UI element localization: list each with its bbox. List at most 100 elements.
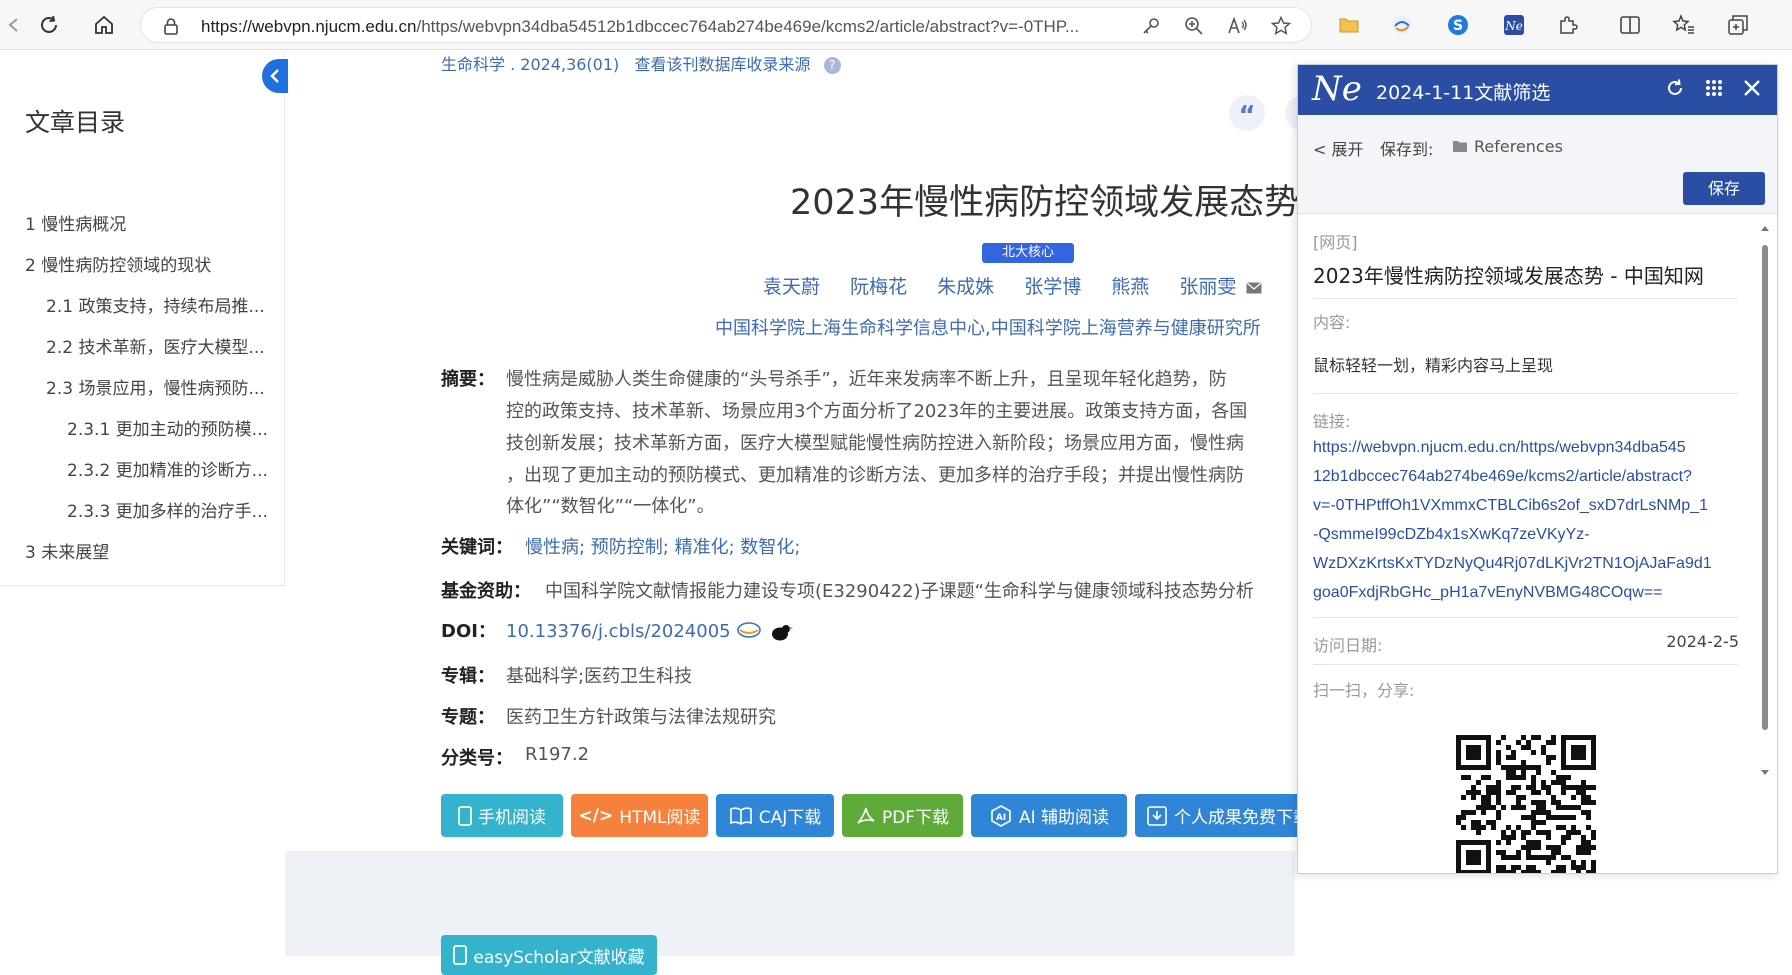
content-label: 内容: [1313,313,1351,332]
split-screen-icon[interactable] [1618,13,1642,37]
link-line[interactable]: WzDXzKrtsKxTYDzNyQu4Rj07dLKjVr2TN1OjAJaF… [1313,555,1712,573]
key-icon[interactable] [1141,16,1161,36]
mobile-read-button[interactable]: 手机阅读 [441,794,563,837]
journal-line: 生命科学 . 2024,36(01) 查看该刊数据库收录来源 ? [441,51,841,75]
captured-title[interactable]: 2023年慢性病防控领域发展态势 - 中国知网 [1313,260,1704,289]
fund-text[interactable]: 中国科学院文献情报能力建设专项(E3290422)子课题“生命科学与健康领域科技… [545,577,1254,603]
translate-extension-icon[interactable] [1390,13,1414,37]
lock-icon[interactable] [163,17,179,39]
button-label: HTML阅读 [619,808,701,828]
topic-label: 专题： [441,707,495,728]
link-line[interactable]: goa0FxdjRbGHc_pH1a7vEnyNVBMG48COqw== [1313,584,1663,602]
affiliation[interactable]: 中国科学院上海生命科学信息中心,中国科学院上海营养与健康研究所 [715,314,1261,340]
favorite-star-icon[interactable] [1270,15,1292,36]
close-icon[interactable] [1740,78,1764,102]
cite-quote-icon[interactable]: “ [1229,95,1265,131]
scroll-down-icon[interactable] [1759,768,1771,778]
toc-item[interactable]: 3 未来展望 [25,538,109,563]
url-text[interactable]: https://webvpn.njucm.edu.cn/https/webvpn… [201,17,1201,37]
link-line[interactable]: 12b1dbccec764ab274be469e/kcms2/article/a… [1313,468,1692,486]
folder-extension-icon[interactable] [1337,13,1361,37]
home-icon[interactable] [90,11,118,39]
code-icon: </> [578,805,614,826]
button-label: 个人成果免费下载 [1174,808,1310,828]
toc-item[interactable]: 2 慢性病防控领域的现状 [25,251,211,276]
svg-text:S: S [1453,18,1463,34]
favorites-icon[interactable] [1672,13,1696,37]
visit-date-label: 访问日期: [1313,636,1383,655]
zoom-icon[interactable] [1184,16,1204,36]
refresh-icon[interactable] [1663,78,1687,102]
panel-header: Ne 2024-1-11文献筛选 [1298,65,1777,115]
svg-text:AI: AI [996,813,1006,823]
link-line[interactable]: https://webvpn.njucm.edu.cn/https/webvpn… [1313,439,1686,457]
doi-label: DOI： [441,621,496,642]
toc-item[interactable]: 2.3.3 更加多样的治疗手... [67,497,268,522]
pdf-download-button[interactable]: PDF下载 [842,794,963,837]
noteexpress-extension-icon[interactable]: Ne [1502,13,1526,37]
divider [1313,617,1738,618]
link-label: 链接: [1313,412,1351,431]
doi-link[interactable]: 10.13376/j.cbls/2024005 [506,621,731,642]
help-icon[interactable]: ? [823,57,841,74]
html-read-button[interactable]: </> HTML阅读 [571,794,708,837]
series-value: 基础科学;医药卫生科技 [506,666,693,687]
ne-logo: Ne [1312,69,1362,109]
browser-toolbar: https://webvpn.njucm.edu.cn/https/webvpn… [0,0,1792,50]
refresh-icon[interactable] [35,11,63,39]
s-extension-icon[interactable]: S [1446,13,1470,37]
ai-read-button[interactable]: AI AI 辅助阅读 [971,794,1127,837]
author-link[interactable]: 袁天蔚 [763,276,820,298]
journal-name[interactable]: 生命科学 . 2024,36(01) [441,55,619,74]
free-download-button[interactable]: 个人成果免费下载 [1135,794,1321,837]
ai-icon: AI [991,804,1011,827]
scroll-up-icon[interactable] [1759,223,1771,233]
journal-index-link[interactable]: 查看该刊数据库收录来源 [635,55,811,74]
button-label: CAJ下载 [758,808,822,828]
url-path: /https/webvpn34dba54512b1dbccec764ab274b… [416,17,1080,36]
author-link[interactable]: 阮梅花 [850,276,907,298]
scihub-icon[interactable] [736,621,762,643]
raven-icon[interactable] [768,621,794,643]
panel-body: [网页] 2023年慢性病防控领域发展态势 - 中国知网 内容: 鼠标轻轻一划，… [1298,215,1777,873]
link-line[interactable]: v=-0THPtffOh1VXmmxCTBLCib6s2of_sxD7drLsN… [1313,497,1708,515]
series-label: 专辑： [441,666,495,687]
save-button[interactable]: 保存 [1683,172,1765,205]
toc-item[interactable]: 2.3 场景应用，慢性病预防... [46,374,265,399]
scroll-thumb[interactable] [1762,245,1768,730]
toc-item[interactable]: 2.3.1 更加主动的预防模... [67,415,268,440]
read-aloud-icon[interactable] [1227,16,1247,36]
link-line[interactable]: -QsmmeI99cDZb4x1sXwKq7zeVKyYz- [1313,526,1590,544]
folder-selector[interactable]: References [1452,137,1563,156]
expand-link[interactable]: < 展开 [1313,136,1364,160]
toc-sidebar: 文章目录 1 慢性病概况 2 慢性病防控领域的现状 2.1 政策支持，持续布局推… [0,51,285,586]
author-link[interactable]: 熊燕 [1111,276,1149,298]
toc-item[interactable]: 2.1 政策支持，持续布局推... [46,292,265,317]
author-link[interactable]: 朱成姝 [937,276,994,298]
keywords[interactable]: 慢性病; 预防控制; 精准化; 数智化; [525,533,800,559]
extensions-puzzle-icon[interactable] [1556,13,1580,37]
svg-text:Ne: Ne [1504,19,1523,33]
panel-scrollbar[interactable] [1759,223,1771,783]
collections-icon[interactable] [1726,13,1750,37]
address-bar[interactable]: https://webvpn.njucm.edu.cn/https/webvpn… [140,7,1312,43]
share-label: 扫一扫，分享: [1313,681,1415,700]
toc-item[interactable]: 1 慢性病概况 [25,210,126,235]
back-icon[interactable] [0,11,28,39]
abstract-line: 慢性病是威胁人类生命健康的“头号杀手”，近年来发病率不断上升，且呈现年轻化趋势，… [506,369,1227,390]
url-host: https://webvpn.njucm.edu.cn [201,17,417,36]
toc-item[interactable]: 2.3.2 更加精准的诊断方... [67,456,268,481]
author-link[interactable]: 张丽雯 [1179,276,1236,298]
abstract-label: 摘要： [441,369,495,390]
author-link[interactable]: 张学博 [1024,276,1081,298]
article-title: 2023年慢性病防控领域发展态势 [790,183,1300,223]
toc-item[interactable]: 2.2 技术革新，医疗大模型... [46,333,265,358]
panel-title: 2024-1-11文献筛选 [1376,82,1551,104]
content-text[interactable]: 鼠标轻轻一划，精彩内容马上呈现 [1313,352,1553,376]
easyscholar-button[interactable]: easyScholar文献收藏 [441,935,657,975]
grid-menu-icon[interactable] [1702,78,1726,102]
caj-download-button[interactable]: CAJ下载 [716,794,834,837]
email-icon[interactable] [1246,282,1262,294]
abstract-line: ，出现了更加主动的预防模式、更加精准的诊断方法、更加多样的治疗手段；并提出慢性病… [506,465,1244,486]
folder-icon [1453,141,1467,152]
